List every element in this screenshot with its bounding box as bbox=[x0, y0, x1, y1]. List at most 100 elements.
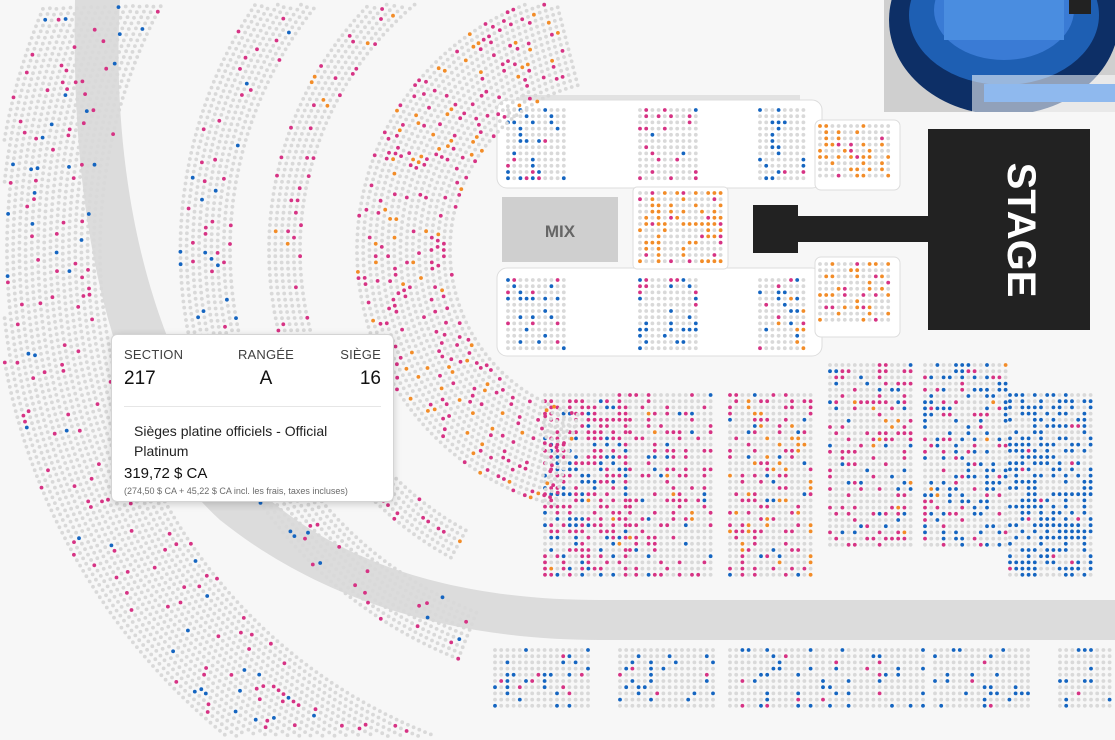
seat[interactable] bbox=[966, 505, 971, 510]
seat[interactable] bbox=[662, 253, 667, 257]
seat[interactable] bbox=[790, 679, 794, 683]
seat[interactable] bbox=[1063, 467, 1068, 472]
seat[interactable] bbox=[840, 412, 845, 417]
seat[interactable] bbox=[417, 263, 422, 268]
seat[interactable] bbox=[511, 703, 516, 708]
seat[interactable] bbox=[836, 142, 841, 147]
seat[interactable] bbox=[776, 296, 781, 301]
seat[interactable] bbox=[808, 541, 813, 546]
seat[interactable] bbox=[574, 560, 578, 565]
seat[interactable] bbox=[693, 176, 698, 181]
seat[interactable] bbox=[972, 456, 977, 460]
seat[interactable] bbox=[1032, 473, 1037, 478]
seat[interactable] bbox=[782, 145, 787, 150]
seat[interactable] bbox=[1032, 535, 1037, 540]
seat[interactable] bbox=[712, 203, 717, 208]
seat[interactable] bbox=[842, 293, 847, 297]
seat[interactable] bbox=[618, 691, 622, 696]
seat[interactable] bbox=[702, 417, 707, 422]
seat[interactable] bbox=[543, 170, 548, 174]
seat[interactable] bbox=[859, 648, 863, 652]
seat[interactable] bbox=[765, 393, 770, 397]
seat[interactable] bbox=[790, 572, 794, 577]
seat[interactable] bbox=[662, 126, 667, 131]
seat[interactable] bbox=[489, 368, 493, 372]
seat[interactable] bbox=[777, 523, 782, 528]
seat[interactable] bbox=[490, 92, 495, 97]
seat[interactable] bbox=[487, 121, 492, 125]
seat[interactable] bbox=[852, 672, 857, 677]
seat[interactable] bbox=[683, 504, 688, 509]
seat[interactable] bbox=[859, 672, 863, 677]
seat[interactable] bbox=[702, 572, 707, 577]
seat[interactable] bbox=[555, 340, 560, 344]
seat[interactable] bbox=[650, 170, 655, 174]
seat[interactable] bbox=[808, 566, 813, 571]
seat[interactable] bbox=[859, 685, 863, 690]
seat[interactable] bbox=[1014, 529, 1019, 534]
seat[interactable] bbox=[783, 430, 788, 435]
seat[interactable] bbox=[991, 487, 996, 491]
seat[interactable] bbox=[777, 393, 782, 397]
seat[interactable] bbox=[808, 654, 813, 659]
seat[interactable] bbox=[611, 566, 616, 571]
seat[interactable] bbox=[902, 518, 907, 522]
seat[interactable] bbox=[708, 430, 713, 435]
seat[interactable] bbox=[537, 309, 541, 313]
seat[interactable] bbox=[978, 449, 983, 454]
seat[interactable] bbox=[951, 660, 956, 665]
seat[interactable] bbox=[693, 346, 698, 351]
seat[interactable] bbox=[686, 666, 691, 671]
seat[interactable] bbox=[1107, 648, 1112, 652]
seat[interactable] bbox=[1013, 679, 1018, 683]
seat[interactable] bbox=[611, 535, 616, 540]
seat[interactable] bbox=[656, 315, 661, 320]
seat[interactable] bbox=[655, 685, 660, 690]
seat[interactable] bbox=[630, 703, 635, 708]
seat[interactable] bbox=[706, 209, 711, 214]
seat[interactable] bbox=[1014, 504, 1019, 509]
seat[interactable] bbox=[734, 448, 739, 453]
seat[interactable] bbox=[1088, 399, 1093, 404]
seat[interactable] bbox=[617, 523, 622, 528]
seat[interactable] bbox=[675, 170, 680, 174]
seat[interactable] bbox=[1070, 504, 1074, 509]
seat[interactable] bbox=[449, 318, 454, 322]
seat[interactable] bbox=[1076, 486, 1081, 490]
seat[interactable] bbox=[671, 393, 676, 397]
seat[interactable] bbox=[473, 368, 477, 373]
seat[interactable] bbox=[836, 136, 841, 141]
seat[interactable] bbox=[681, 157, 686, 162]
seat[interactable] bbox=[702, 517, 707, 521]
seat[interactable] bbox=[649, 703, 653, 708]
seat[interactable] bbox=[693, 145, 698, 150]
seat[interactable] bbox=[646, 442, 651, 447]
seat[interactable] bbox=[704, 691, 709, 696]
seat[interactable] bbox=[855, 124, 860, 128]
seat[interactable] bbox=[890, 474, 894, 479]
seat[interactable] bbox=[873, 305, 878, 310]
seat[interactable] bbox=[478, 112, 483, 116]
seat[interactable] bbox=[598, 566, 603, 571]
seat[interactable] bbox=[871, 381, 876, 386]
seat[interactable] bbox=[976, 666, 981, 671]
seat[interactable] bbox=[586, 523, 591, 528]
seat[interactable] bbox=[765, 461, 770, 466]
seat[interactable] bbox=[852, 375, 857, 380]
seat[interactable] bbox=[1064, 691, 1069, 696]
seat[interactable] bbox=[598, 467, 603, 472]
seat[interactable] bbox=[693, 222, 698, 226]
seat[interactable] bbox=[501, 108, 505, 112]
seat[interactable] bbox=[828, 703, 832, 708]
seat[interactable] bbox=[883, 456, 888, 460]
seat[interactable] bbox=[687, 203, 692, 208]
seat[interactable] bbox=[880, 286, 884, 291]
seat[interactable] bbox=[548, 443, 553, 448]
seat[interactable] bbox=[951, 697, 956, 702]
seat[interactable] bbox=[802, 554, 807, 559]
seat[interactable] bbox=[790, 479, 794, 484]
seat[interactable] bbox=[681, 170, 686, 174]
seat[interactable] bbox=[801, 151, 806, 156]
seat[interactable] bbox=[759, 504, 763, 509]
seat[interactable] bbox=[470, 121, 474, 126]
